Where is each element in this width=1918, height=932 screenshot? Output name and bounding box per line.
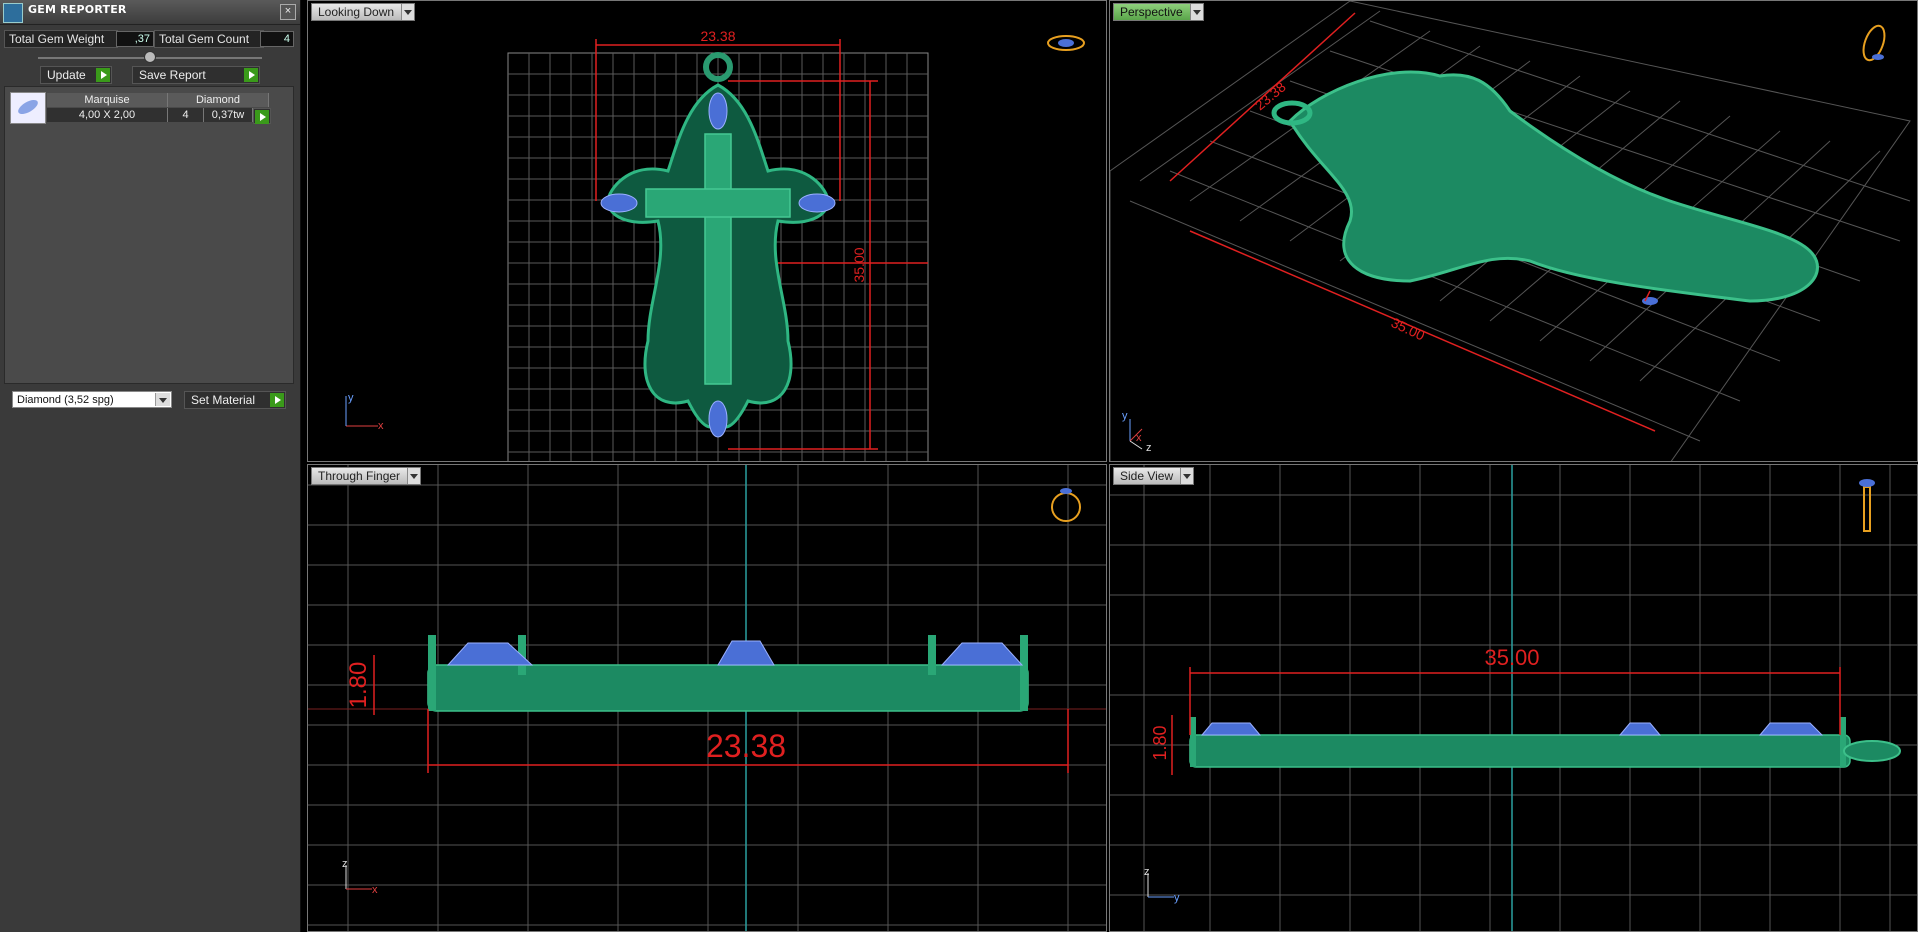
material-select-value: Diamond (3,52 spg): [17, 394, 114, 406]
axis-label: x: [378, 420, 384, 432]
ring-orientation-icon[interactable]: [1859, 479, 1875, 532]
axis-label: z: [342, 858, 348, 870]
perspective-canvas[interactable]: 23.38 35.00 y x z: [1110, 1, 1918, 462]
height-dimension-label: 35.00: [851, 247, 867, 282]
tab-label: Side View: [1120, 469, 1174, 483]
play-icon: [244, 68, 258, 82]
panel-titlebar: GEM REPORTER ×: [0, 0, 300, 25]
viewport-side-view[interactable]: 35.00 1.80 z y Side View: [1109, 464, 1918, 932]
axis-label: x: [372, 884, 378, 896]
ring-orientation-icon[interactable]: [1047, 35, 1085, 51]
play-icon: [270, 393, 284, 407]
width-dimension-label: 23.38: [706, 728, 786, 764]
set-material-button-label: Set Material: [191, 393, 256, 407]
gem-row-go-button[interactable]: [253, 108, 271, 124]
ring-orientation-icon[interactable]: [1051, 488, 1081, 522]
ring-orientation-icon[interactable]: [1859, 23, 1888, 63]
save-report-button-label: Save Report: [139, 68, 206, 82]
gem-material-header: Diamond: [168, 93, 269, 107]
axis-label: z: [1144, 866, 1150, 878]
axis-label: y: [1174, 892, 1180, 904]
tab-side-view[interactable]: Side View: [1113, 467, 1195, 485]
cross-pendant-model: [600, 52, 836, 438]
width-dimension-label: 23.38: [1252, 78, 1289, 113]
tab-looking-down[interactable]: Looking Down: [311, 3, 416, 21]
play-icon: [255, 110, 269, 124]
through-finger-canvas[interactable]: 23.38 1.80 z x: [308, 465, 1107, 932]
save-report-button[interactable]: Save Report: [132, 66, 260, 84]
height-dimension-label: 1.80: [345, 662, 372, 709]
close-button[interactable]: ×: [280, 4, 296, 20]
side-view-canvas[interactable]: 35.00 1.80 z y: [1110, 465, 1918, 932]
axis-label: x: [1136, 432, 1142, 444]
gem-reporter-icon: [3, 3, 23, 23]
tab-label: Looking Down: [318, 5, 395, 19]
panel-title: GEM REPORTER: [28, 3, 127, 16]
looking-down-canvas[interactable]: 23.38 35.00 y x: [308, 1, 1107, 462]
chevron-down-icon[interactable]: [407, 468, 421, 484]
tab-label: Perspective: [1120, 5, 1183, 19]
axis-label: y: [348, 392, 354, 404]
tab-through-finger[interactable]: Through Finger: [311, 467, 422, 485]
gem-size-cell: 4,00 X 2,00: [47, 108, 168, 122]
total-gem-weight-label: Total Gem Weight: [4, 30, 118, 48]
total-gem-count-label: Total Gem Count: [154, 30, 264, 48]
axis-label: z: [1146, 442, 1152, 454]
chevron-down-icon[interactable]: [401, 4, 415, 20]
gem-count-cell: 4: [168, 108, 204, 122]
viewport-through-finger[interactable]: 23.38 1.80 z x Through Finger: [307, 464, 1107, 932]
chevron-down-icon[interactable]: [1189, 4, 1203, 20]
gem-weight-cell: 0,37tw: [204, 108, 253, 122]
gem-reporter-panel: GEM REPORTER × Total Gem Weight ,37 Tota…: [0, 0, 301, 932]
tab-label: Through Finger: [318, 469, 401, 483]
chevron-down-icon: [155, 393, 170, 406]
tab-perspective[interactable]: Perspective: [1113, 3, 1204, 21]
height-dimension-label: 1.80: [1150, 725, 1170, 760]
pendant-side-profile: [427, 635, 1029, 712]
viewport-looking-down[interactable]: 23.38 35.00 y x Looking Down: [307, 0, 1107, 462]
update-button[interactable]: Update: [40, 66, 112, 84]
gem-shape-header: Marquise: [47, 93, 168, 107]
material-select[interactable]: Diamond (3,52 spg): [12, 391, 172, 408]
cross-pendant-model: [1271, 70, 1819, 305]
update-button-label: Update: [47, 68, 86, 82]
set-material-button[interactable]: Set Material: [184, 391, 286, 409]
pendant-side-profile: [1189, 717, 1901, 768]
play-icon: [96, 68, 110, 82]
chevron-down-icon[interactable]: [1180, 468, 1194, 484]
viewport-perspective[interactable]: 23.38 35.00 y x z Perspective: [1109, 0, 1918, 462]
width-dimension-label: 23.38: [700, 28, 735, 44]
gem-list: Marquise Diamond 4,00 X 2,00 4 0,37tw: [4, 86, 294, 384]
panel-slider-handle[interactable]: [144, 51, 156, 63]
total-gem-weight-value: ,37: [116, 31, 154, 47]
marquise-gem-icon[interactable]: [10, 92, 46, 124]
total-gem-count-value: 4: [260, 31, 294, 47]
width-dimension-label: 35.00: [1484, 645, 1539, 670]
axis-label: y: [1122, 410, 1128, 422]
